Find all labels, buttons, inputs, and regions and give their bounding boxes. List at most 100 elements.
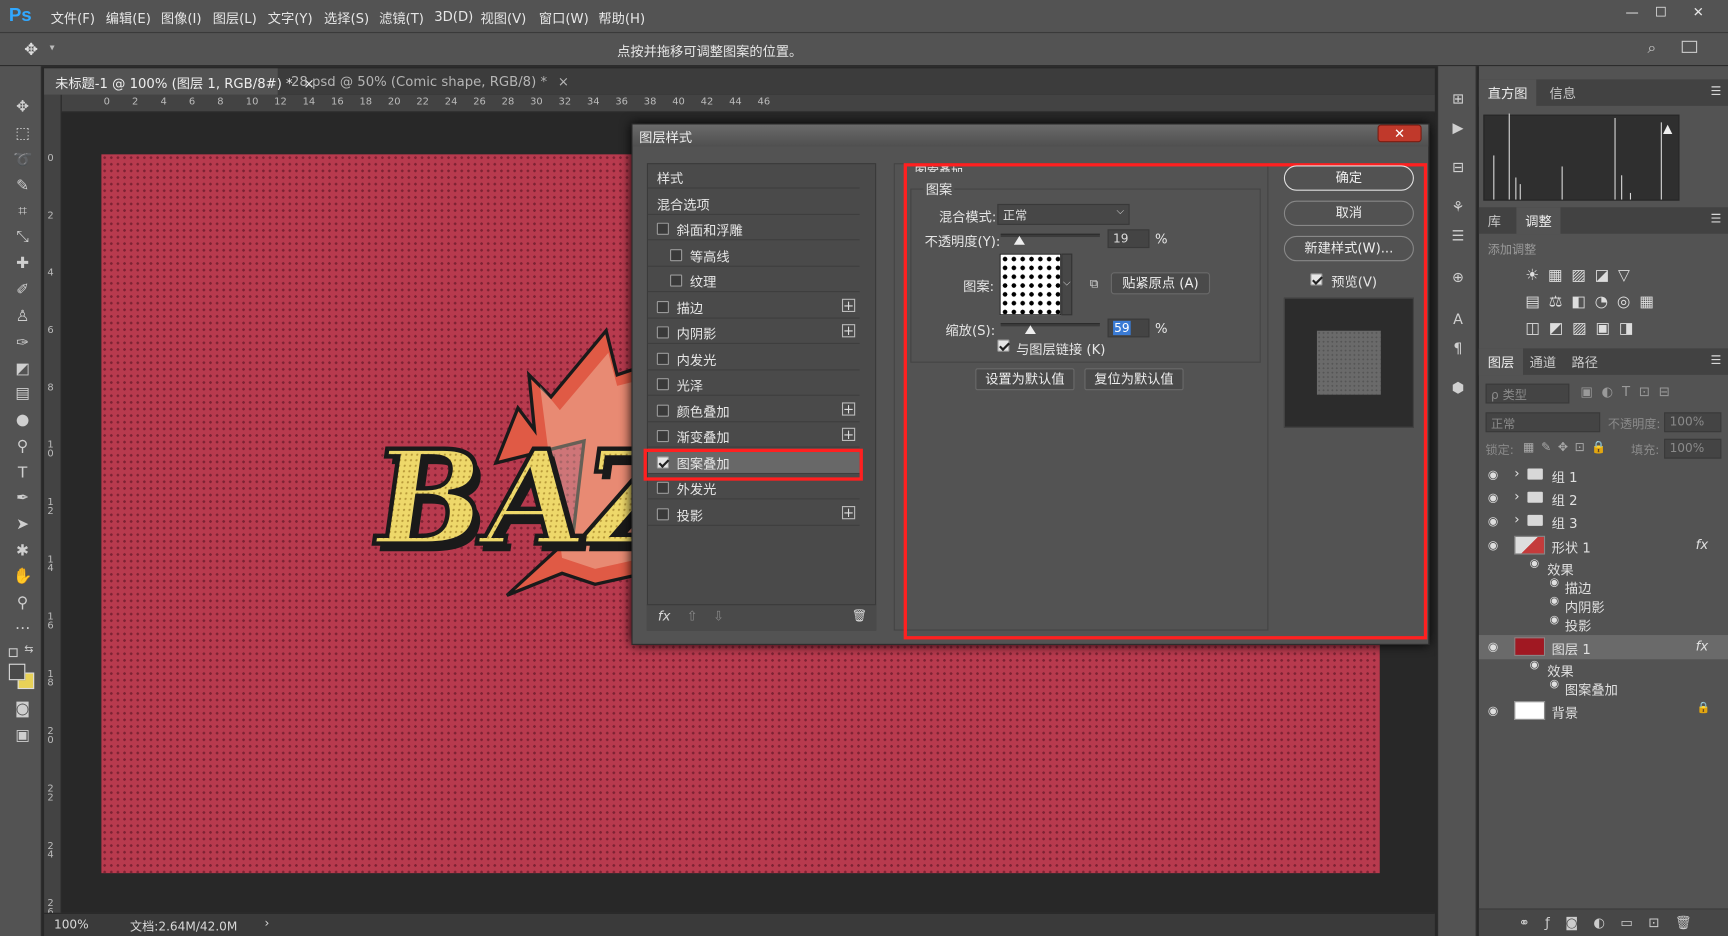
default-colors-icon[interactable] <box>8 648 18 658</box>
style-checkbox[interactable] <box>670 248 683 261</box>
style-item[interactable]: 混合选项 <box>647 190 860 215</box>
effect-visibility-icon[interactable]: ◉ <box>1549 678 1559 690</box>
menu-edit[interactable]: 编辑(E) <box>106 9 151 28</box>
3d-icon[interactable]: ⬢ <box>1448 379 1468 399</box>
style-item[interactable]: 渐变叠加 + <box>647 423 860 448</box>
presets-icon[interactable]: ☰ <box>1448 227 1468 247</box>
visibility-eye-icon[interactable]: ◉ <box>1488 639 1502 653</box>
eyedropper-icon[interactable]: ⤡ <box>9 225 37 249</box>
layer-opacity-input[interactable]: 100% <box>1664 412 1722 433</box>
preview-checkbox[interactable] <box>1310 273 1323 286</box>
style-item[interactable]: 光泽 <box>647 372 860 396</box>
zoom-icon[interactable]: ⚲ <box>9 591 37 615</box>
effect-visibility-icon[interactable]: ◉ <box>1549 595 1559 607</box>
tab-untitled[interactable]: 未标题-1 @ 100% (图层 1, RGB/8#) * × <box>44 68 315 95</box>
panel-menu-icon[interactable]: ☰ <box>1711 353 1722 367</box>
visibility-eye-icon[interactable]: ◉ <box>1488 491 1502 505</box>
chevron-right-icon[interactable]: › <box>1514 488 1519 503</box>
filter-icons[interactable]: ▣◐T⊡⊟ <box>1580 384 1678 399</box>
add-effect-icon[interactable]: + <box>841 324 856 338</box>
style-checkbox[interactable] <box>656 481 669 494</box>
clone-source-icon[interactable]: ⊕ <box>1448 269 1468 289</box>
quick-mask-icon[interactable]: ◙ <box>9 697 37 721</box>
chevron-right-icon[interactable]: › <box>1514 465 1519 480</box>
style-item[interactable]: 内阴影 + <box>647 320 860 344</box>
menu-file[interactable]: 文件(F) <box>51 9 95 28</box>
fx-icon[interactable]: fx <box>658 609 670 624</box>
visibility-eye-icon[interactable]: ◉ <box>1488 514 1502 528</box>
pen-icon[interactable]: ✒ <box>9 486 37 510</box>
layers-footer-icons[interactable]: ⚭ƒ◙◐▭⊡🗑 <box>1478 908 1728 936</box>
type-icon[interactable]: T <box>9 461 37 485</box>
maximize-button[interactable]: ☐ <box>1649 4 1673 22</box>
zoom-level[interactable]: 100% <box>54 917 89 931</box>
move-tool-icon[interactable]: ✥ <box>24 40 38 60</box>
hand-icon[interactable]: ✋ <box>9 564 37 588</box>
menu-image[interactable]: 图像(I) <box>161 9 202 28</box>
dialog-close-button[interactable]: ✕ <box>1377 124 1422 143</box>
menu-layer[interactable]: 图层(L) <box>213 9 257 28</box>
stamp-icon[interactable]: ♙ <box>9 304 37 328</box>
style-checkbox[interactable] <box>656 507 669 520</box>
style-checkbox[interactable] <box>670 274 683 287</box>
layer-filter-select[interactable]: ρ 类型 <box>1485 383 1570 404</box>
gradient-icon[interactable]: ▤ <box>9 381 37 405</box>
style-checkbox[interactable] <box>656 352 669 365</box>
tab-libraries[interactable]: 库 <box>1479 207 1510 235</box>
style-checkbox[interactable] <box>656 300 669 313</box>
effect-visibility-icon[interactable]: ◉ <box>1530 558 1540 570</box>
brush-settings-icon[interactable]: ⚘ <box>1448 198 1468 218</box>
adjustment-icons[interactable]: ☀▦▨◪▽ ▤⚖◧◔◎▦ ◫◩▨▣◨ <box>1525 262 1654 338</box>
style-checkbox[interactable] <box>656 404 669 417</box>
style-item[interactable]: 描边 + <box>647 294 860 319</box>
panel-menu-icon[interactable]: ☰ <box>1711 212 1722 226</box>
visibility-eye-icon[interactable]: ◉ <box>1488 703 1502 717</box>
add-effect-icon[interactable]: + <box>841 505 856 519</box>
tab-info[interactable]: 信息 <box>1541 79 1585 107</box>
layer-row[interactable]: ◉ › 组 3 <box>1479 509 1728 532</box>
swap-colors-icon[interactable]: ⇆ <box>24 644 33 656</box>
actions-icon[interactable]: ▶ <box>1448 119 1468 139</box>
tab-paths[interactable]: 路径 <box>1563 348 1607 376</box>
visibility-eye-icon[interactable]: ◉ <box>1488 538 1502 552</box>
style-checkbox[interactable] <box>656 378 669 391</box>
cancel-button[interactable]: 取消 <box>1283 200 1414 227</box>
status-menu-arrow[interactable]: › <box>264 916 269 930</box>
shape-icon[interactable]: ✱ <box>9 539 37 563</box>
style-item[interactable]: 样式 <box>647 164 860 189</box>
ok-button[interactable]: 确定 <box>1283 165 1414 191</box>
lasso-icon[interactable]: ➰ <box>9 148 37 172</box>
move-icon[interactable]: ✥ <box>9 95 37 119</box>
menu-view[interactable]: 视图(V) <box>480 9 526 28</box>
more-tools-icon[interactable]: ⋯ <box>9 616 37 640</box>
new-style-button[interactable]: 新建样式(W)... <box>1283 235 1414 262</box>
minimize-button[interactable]: — <box>1620 4 1644 22</box>
dodge-icon[interactable]: ⚲ <box>9 434 37 458</box>
paragraph-icon[interactable]: ¶ <box>1448 340 1468 360</box>
layer-blend-select[interactable]: 正常 <box>1485 412 1601 433</box>
style-checkbox[interactable] <box>656 429 669 443</box>
path-select-icon[interactable]: ➤ <box>9 513 37 537</box>
layer-row[interactable]: ◉ 背景 🔒 <box>1479 699 1728 722</box>
style-checkbox[interactable] <box>656 326 669 339</box>
eraser-icon[interactable]: ◩ <box>9 357 37 381</box>
effect-visibility-icon[interactable]: ◉ <box>1549 614 1559 626</box>
layer-row[interactable]: ◉ 形状 1 fx <box>1479 534 1728 557</box>
tab-close-icon[interactable]: × <box>558 74 569 89</box>
chevron-right-icon[interactable]: › <box>1514 512 1519 527</box>
tab-histogram[interactable]: 直方图 <box>1478 79 1537 107</box>
blur-icon[interactable]: ● <box>9 408 37 432</box>
history-icon[interactable]: ⊞ <box>1448 90 1468 110</box>
tab-28psd[interactable]: 28.psd @ 50% (Comic shape, RGB/8) * × <box>280 68 569 94</box>
fx-badge[interactable]: fx <box>1696 638 1708 653</box>
menu-filter[interactable]: 滤镜(T) <box>379 9 424 28</box>
warning-icon[interactable]: ▲ <box>1663 121 1672 135</box>
layer-row[interactable]: ◉ › 组 2 <box>1479 486 1728 509</box>
menu-help[interactable]: 帮助(H) <box>598 9 645 28</box>
healing-icon[interactable]: ✚ <box>9 251 37 275</box>
tab-adjustments[interactable]: 调整 <box>1516 207 1561 235</box>
tab-layers[interactable]: 图层 <box>1478 348 1524 376</box>
effect-visibility-icon[interactable]: ◉ <box>1530 659 1540 671</box>
panel-menu-icon[interactable]: ☰ <box>1711 84 1722 98</box>
tab-channels[interactable]: 通道 <box>1521 348 1565 376</box>
